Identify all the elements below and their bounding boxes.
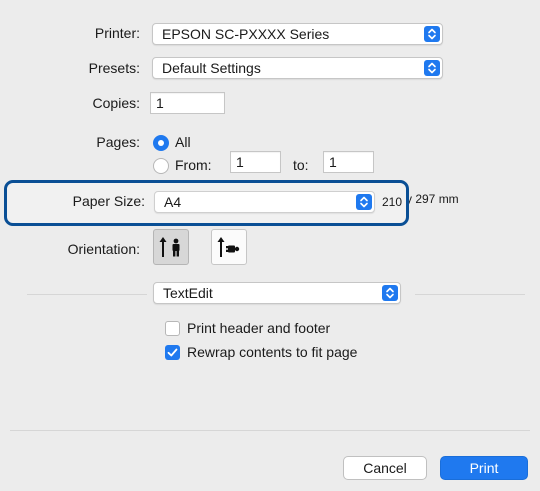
- rewrap-label: Rewrap contents to fit page: [187, 344, 358, 360]
- pages-from-label: From:: [175, 157, 212, 173]
- presets-popup[interactable]: Default Settings: [152, 57, 443, 79]
- pages-all-label: All: [175, 134, 191, 150]
- pages-range-radio[interactable]: [153, 158, 169, 174]
- print-button[interactable]: Print: [440, 456, 528, 480]
- chevron-updown-icon: [356, 194, 372, 210]
- print-header-footer-checkbox[interactable]: [165, 321, 180, 336]
- orientation-portrait-button[interactable]: [153, 229, 189, 265]
- paper-size-dimensions-tail: y 297 mm: [406, 192, 459, 206]
- paper-size-dimensions: 210: [382, 195, 403, 209]
- pages-to-field[interactable]: 1: [323, 151, 374, 173]
- chevron-updown-icon: [424, 26, 440, 42]
- printer-value: EPSON SC-PXXXX Series: [162, 26, 330, 42]
- chevron-updown-icon: [382, 285, 398, 301]
- paper-size-popup[interactable]: A4: [154, 191, 375, 213]
- rewrap-checkbox[interactable]: [165, 345, 180, 360]
- paper-size-highlight: Paper Size: A4 210: [4, 180, 409, 226]
- checkmark-icon: [167, 348, 178, 357]
- cancel-button[interactable]: Cancel: [343, 456, 427, 480]
- pages-from-field[interactable]: 1: [230, 151, 281, 173]
- orientation-label: Orientation:: [67, 241, 140, 257]
- separator-right: [415, 294, 525, 295]
- copies-field[interactable]: 1: [150, 92, 225, 114]
- bottom-separator: [10, 430, 530, 431]
- presets-value: Default Settings: [162, 60, 261, 76]
- copies-label: Copies:: [92, 95, 140, 111]
- landscape-icon: [217, 237, 240, 257]
- presets-label: Presets:: [88, 60, 140, 76]
- paper-size-label: Paper Size:: [72, 193, 145, 209]
- pages-all-radio[interactable]: [153, 135, 169, 151]
- pages-label: Pages:: [96, 134, 140, 150]
- separator-left: [27, 294, 147, 295]
- app-options-popup[interactable]: TextEdit: [153, 282, 401, 304]
- copies-value: 1: [156, 95, 164, 111]
- printer-popup[interactable]: EPSON SC-PXXXX Series: [152, 23, 443, 45]
- pages-to-label: to:: [293, 157, 309, 173]
- pages-to-value: 1: [329, 154, 337, 170]
- pages-from-value: 1: [236, 154, 244, 170]
- print-header-footer-label: Print header and footer: [187, 320, 331, 336]
- portrait-icon: [159, 237, 180, 257]
- orientation-landscape-button[interactable]: [211, 229, 247, 265]
- printer-label: Printer:: [94, 25, 140, 41]
- app-options-value: TextEdit: [163, 285, 213, 301]
- chevron-updown-icon: [424, 60, 440, 76]
- paper-size-value: A4: [164, 194, 182, 210]
